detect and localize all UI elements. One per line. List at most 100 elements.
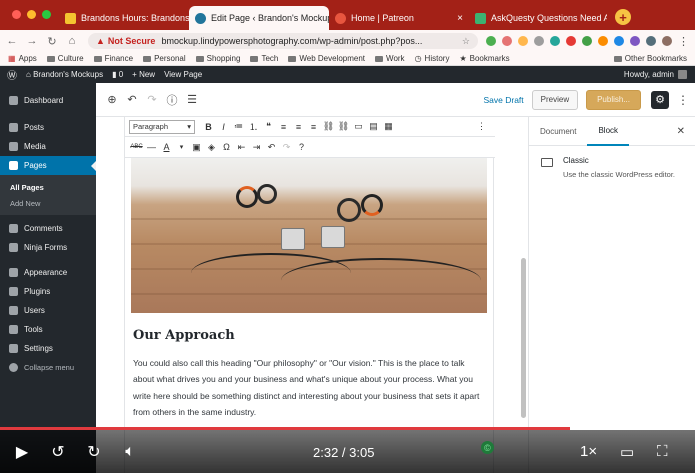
paste-text-icon[interactable]: ▣ xyxy=(189,142,204,153)
bold-icon[interactable]: B xyxy=(201,122,216,132)
extension-icon[interactable] xyxy=(582,36,592,46)
extension-icon[interactable] xyxy=(502,36,512,46)
volume-icon[interactable]: 🔈︎ xyxy=(112,443,148,461)
classic-block[interactable]: Paragraph ▾ B I ≔ ⒈ ❝ ≡ ≡ ≡ ⛓ ⛓ ▭ ▤ ▦ ⋮ A… xyxy=(124,117,495,473)
extension-icon[interactable] xyxy=(566,36,576,46)
bookmark-folder[interactable]: Culture xyxy=(46,54,84,63)
play-icon[interactable]: ▶ xyxy=(4,442,40,462)
sidebar-item-media[interactable]: Media xyxy=(0,137,96,156)
tab-document[interactable]: Document xyxy=(529,117,587,146)
bookmark-folder[interactable]: Shopping xyxy=(195,54,240,63)
align-right-icon[interactable]: ≡ xyxy=(306,122,321,132)
redo-icon[interactable]: ↷ xyxy=(279,142,294,153)
info-icon[interactable]: ⓘ xyxy=(162,92,182,108)
block-more-icon[interactable]: ⋮ xyxy=(474,121,489,132)
tab-block[interactable]: Block xyxy=(587,117,630,146)
publish-button[interactable]: Publish... xyxy=(586,89,641,110)
back-arrow-icon[interactable]: ← xyxy=(4,35,20,47)
user-menu[interactable]: Howdy, admin xyxy=(624,70,687,79)
home-icon[interactable]: ⌂ xyxy=(64,35,80,47)
bookmark-folder[interactable]: Finance xyxy=(93,54,133,63)
help-icon[interactable]: ? xyxy=(294,142,309,152)
keyboard-icon[interactable]: ▦ xyxy=(381,121,396,132)
extension-icon[interactable] xyxy=(630,36,640,46)
fullscreen-icon[interactable]: ⛶ xyxy=(657,443,668,460)
numbered-list-icon[interactable]: ⒈ xyxy=(246,120,261,133)
undo-icon[interactable]: ↶ xyxy=(264,142,279,153)
preview-button[interactable]: Preview xyxy=(531,89,579,110)
special-character-icon[interactable]: Ω xyxy=(219,142,234,152)
extension-icon[interactable] xyxy=(518,36,528,46)
block-navigation-icon[interactable]: ☰ xyxy=(182,93,202,106)
text-color-icon[interactable]: A xyxy=(159,142,174,152)
link-icon[interactable]: ⛓ xyxy=(321,121,336,132)
italic-icon[interactable]: I xyxy=(216,122,231,132)
extension-icon[interactable] xyxy=(550,36,560,46)
profile-avatar-icon[interactable] xyxy=(662,36,672,46)
horizontal-line-icon[interactable]: — xyxy=(144,142,159,152)
unlink-icon[interactable]: ⛓ xyxy=(336,121,351,132)
extension-icon[interactable] xyxy=(646,36,656,46)
url-input[interactable]: ▲ Not Secure bmockup.lindypowersphotogra… xyxy=(88,33,478,49)
more-options-icon[interactable]: ⋮ xyxy=(677,93,689,107)
clear-formatting-icon[interactable]: ◈ xyxy=(204,142,219,153)
submenu-add-new[interactable]: Add New xyxy=(0,195,96,211)
comments-link[interactable]: ▮ 0 xyxy=(112,70,123,79)
sidebar-item-users[interactable]: Users xyxy=(0,301,96,320)
sidebar-item-dashboard[interactable]: Dashboard xyxy=(0,91,96,110)
bookmark-bookmarks[interactable]: ★ Bookmarks xyxy=(459,54,509,63)
format-select[interactable]: Paragraph ▾ xyxy=(129,119,195,134)
minimize-window-button[interactable] xyxy=(27,10,36,19)
browser-menu-icon[interactable]: ⋮ xyxy=(678,35,689,48)
maximize-window-button[interactable] xyxy=(42,10,51,19)
bookmark-star-icon[interactable]: ☆ xyxy=(462,36,470,47)
bookmark-folder[interactable]: Work xyxy=(375,54,405,63)
extension-icon[interactable] xyxy=(534,36,544,46)
bullet-list-icon[interactable]: ≔ xyxy=(231,121,246,132)
forward-arrow-icon[interactable]: → xyxy=(24,35,40,47)
read-more-icon[interactable]: ▭ xyxy=(351,121,366,132)
tab-close-icon[interactable]: × xyxy=(457,13,463,24)
close-icon[interactable]: ✕ xyxy=(677,126,685,137)
sidebar-item-settings[interactable]: Settings xyxy=(0,339,96,358)
new-content-link[interactable]: + New xyxy=(132,70,155,79)
other-bookmarks[interactable]: Other Bookmarks xyxy=(613,54,687,63)
chevron-down-icon[interactable]: ▾ xyxy=(174,143,189,151)
reload-icon[interactable]: ↻ xyxy=(44,35,60,48)
theater-mode-icon[interactable]: ▭ xyxy=(620,443,634,461)
browser-tab[interactable]: AskQuesty Questions Need A × xyxy=(469,6,607,30)
post-paragraph[interactable]: You could also call this heading "Our ph… xyxy=(133,355,485,421)
sidebar-item-posts[interactable]: Posts xyxy=(0,118,96,137)
sidebar-item-tools[interactable]: Tools xyxy=(0,320,96,339)
sidebar-item-appearance[interactable]: Appearance xyxy=(0,263,96,282)
extension-icon[interactable] xyxy=(598,36,608,46)
collapse-menu-button[interactable]: Collapse menu xyxy=(0,358,96,377)
playback-speed-button[interactable]: 1× xyxy=(580,443,597,460)
sidebar-item-ninja-forms[interactable]: Ninja Forms xyxy=(0,238,96,257)
settings-gear-icon[interactable]: ⚙ xyxy=(651,90,669,109)
bookmark-history[interactable]: ◷ History xyxy=(415,54,450,63)
view-page-link[interactable]: View Page xyxy=(164,70,202,79)
bookmark-folder[interactable]: Web Development xyxy=(288,54,365,63)
sidebar-item-pages[interactable]: Pages xyxy=(0,156,96,175)
page-break-icon[interactable]: ▤ xyxy=(366,121,381,132)
browser-tab-active[interactable]: Edit Page ‹ Brandon's Mockup × xyxy=(189,6,329,30)
strikethrough-icon[interactable]: ABC xyxy=(129,144,144,150)
blockquote-icon[interactable]: ❝ xyxy=(261,121,276,132)
bookmark-folder[interactable]: Personal xyxy=(143,54,186,63)
extension-icon[interactable] xyxy=(486,36,496,46)
bookmark-apps[interactable]: ▦ Apps xyxy=(8,54,37,63)
new-tab-button[interactable]: + xyxy=(615,9,631,25)
browser-tab[interactable]: Brandons Hours: Brandons Ho × xyxy=(59,6,189,30)
rewind-5-icon[interactable]: ↺ xyxy=(40,442,76,462)
browser-tab[interactable]: Home | Patreon × xyxy=(329,6,469,30)
forward-10-icon[interactable]: ↻ xyxy=(76,442,112,462)
align-left-icon[interactable]: ≡ xyxy=(276,122,291,132)
wordpress-logo-icon[interactable]: Ⓦ xyxy=(7,67,17,82)
outdent-icon[interactable]: ⇤ xyxy=(234,142,249,153)
save-draft-button[interactable]: Save Draft xyxy=(483,95,523,105)
bookmark-folder[interactable]: Tech xyxy=(250,54,278,63)
close-window-button[interactable] xyxy=(12,10,21,19)
site-home-link[interactable]: ⌂ Brandon's Mockups xyxy=(26,70,103,79)
add-block-icon[interactable]: ⊕ xyxy=(102,93,122,106)
